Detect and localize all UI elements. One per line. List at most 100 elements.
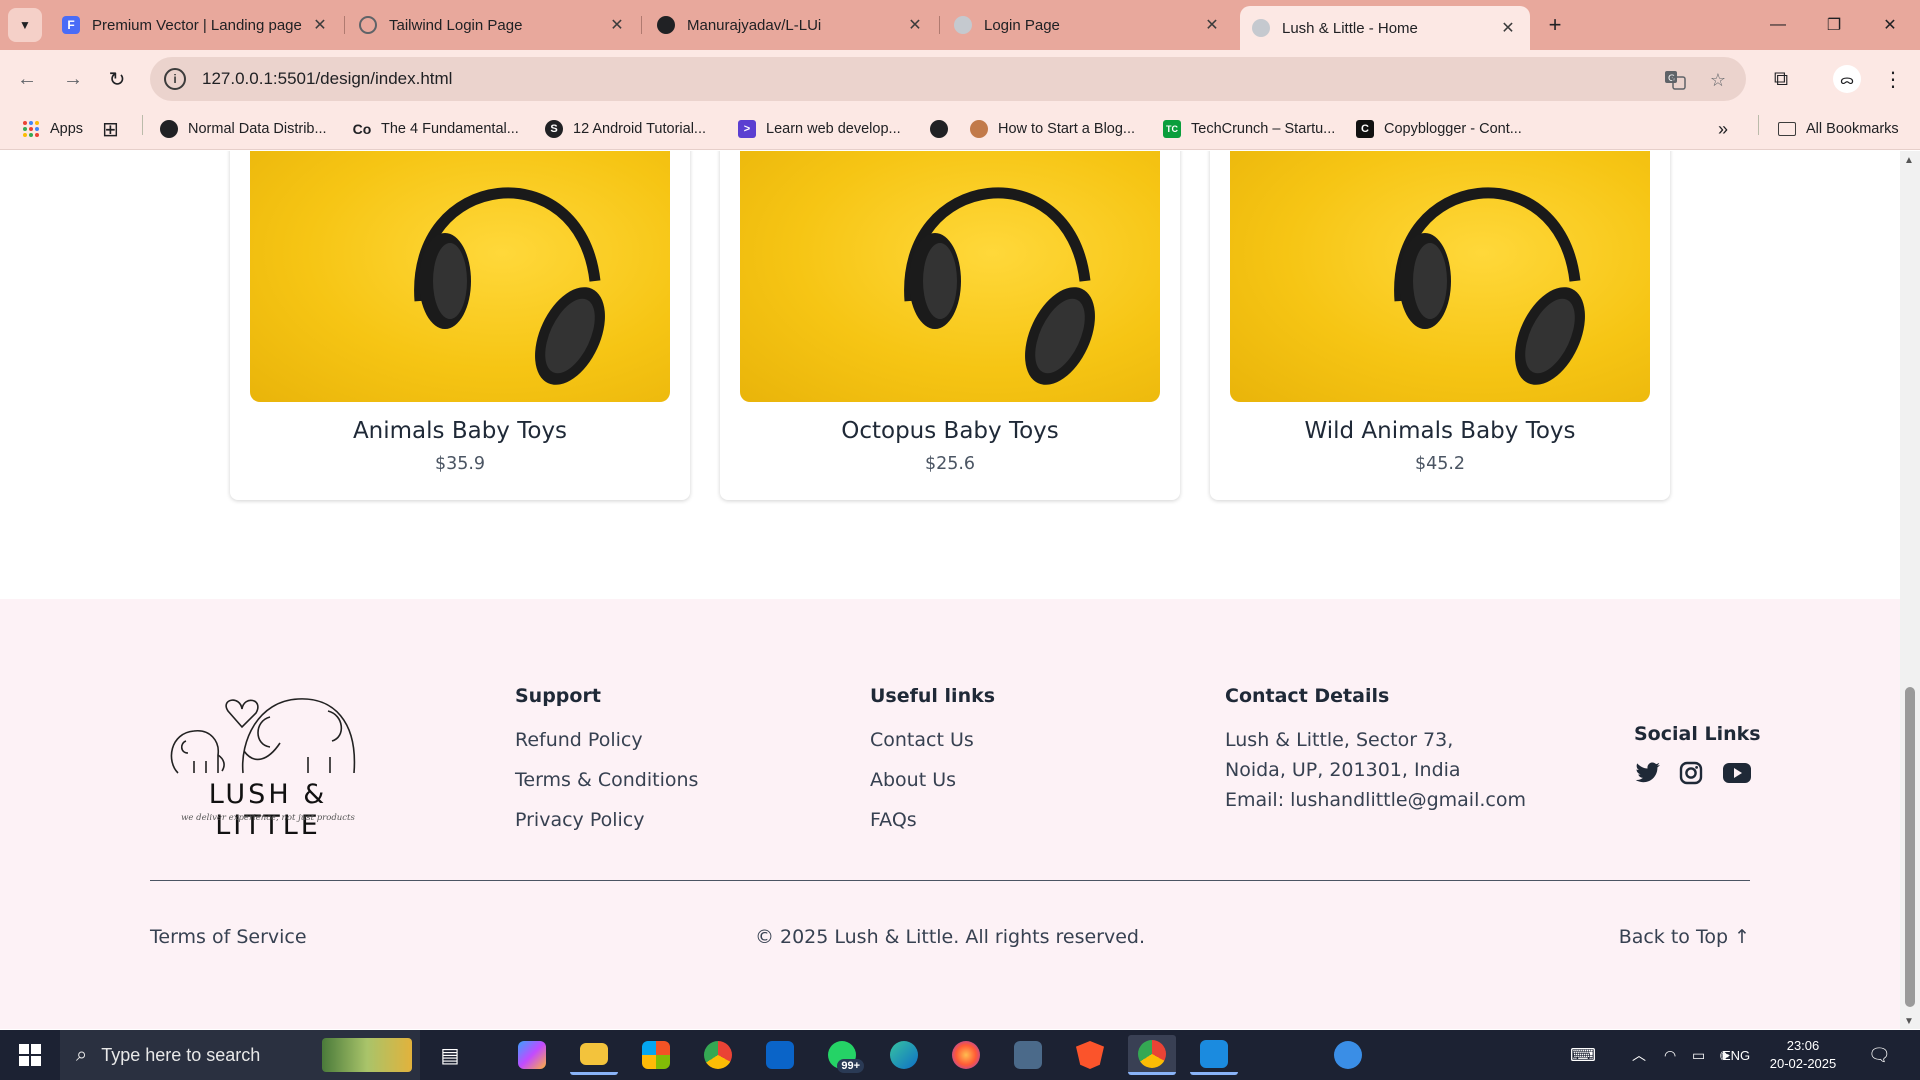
tab-title: Manurajyadav/L-LUi xyxy=(687,16,822,34)
vscode-app[interactable] xyxy=(1190,1035,1238,1075)
edge-app[interactable] xyxy=(880,1035,928,1075)
help-app[interactable] xyxy=(1324,1035,1372,1075)
close-tab-icon[interactable]: ✕ xyxy=(905,15,925,35)
start-button[interactable] xyxy=(0,1030,60,1080)
bookmark-item[interactable]: Normal Data Distrib... xyxy=(160,118,327,140)
scroll-up-arrow-icon[interactable]: ▲ xyxy=(1904,155,1914,166)
task-view-button[interactable]: ▤ xyxy=(426,1035,474,1075)
twitter-icon[interactable] xyxy=(1634,759,1662,787)
minimize-button[interactable]: — xyxy=(1750,0,1806,50)
product-name[interactable]: Wild Animals Baby Toys xyxy=(1210,418,1670,444)
url-text[interactable]: 127.0.0.1:5501/design/index.html xyxy=(202,69,452,89)
tab-lush-little-home[interactable]: Lush & Little - Home ✕ xyxy=(1240,6,1530,50)
whatsapp-app[interactable]: 99+ xyxy=(818,1035,866,1075)
tab-groups-button[interactable]: ⊞ xyxy=(102,118,119,141)
close-tab-icon[interactable]: ✕ xyxy=(1498,18,1518,38)
extensions-button[interactable]: ⧉ xyxy=(1764,62,1798,96)
clock[interactable]: 23:06 20-02-2025 xyxy=(1768,1030,1838,1080)
tab-premium-vector[interactable]: F Premium Vector | Landing page ✕ xyxy=(50,6,342,44)
about-us-link[interactable]: About Us xyxy=(870,769,956,791)
faqs-link[interactable]: FAQs xyxy=(870,809,917,831)
back-to-top-link[interactable]: Back to Top ↑ xyxy=(1619,926,1750,948)
notification-center-button[interactable]: 🗨 xyxy=(1868,1030,1891,1080)
bookmark-apps[interactable]: Apps xyxy=(22,118,83,140)
copilot-icon xyxy=(518,1041,546,1069)
outlook-icon xyxy=(766,1041,794,1069)
bookmark-item[interactable]: > Learn web develop... xyxy=(738,118,901,140)
instagram-icon[interactable] xyxy=(1677,759,1705,787)
reload-button[interactable]: ↻ xyxy=(100,62,134,96)
all-bookmarks-button[interactable]: All Bookmarks xyxy=(1778,118,1899,140)
bookmark-label: How to Start a Blog... xyxy=(998,121,1136,137)
firefox-icon xyxy=(952,1041,980,1069)
keyboard-icon[interactable]: ⌨ xyxy=(1570,1030,1596,1080)
bookmark-item[interactable]: TC TechCrunch – Startu... xyxy=(1163,118,1335,140)
scrollbar-thumb[interactable] xyxy=(1905,687,1915,1007)
close-tab-icon[interactable]: ✕ xyxy=(607,15,627,35)
outlook-app[interactable] xyxy=(756,1035,804,1075)
menu-button[interactable]: ⋮ xyxy=(1876,62,1910,96)
bookmark-separator xyxy=(142,115,143,135)
site-info-icon[interactable]: i xyxy=(164,68,186,90)
copilot-app[interactable] xyxy=(508,1035,556,1075)
bookmark-item[interactable]: How to Start a Blog... xyxy=(970,118,1135,140)
refund-policy-link[interactable]: Refund Policy xyxy=(515,729,643,751)
database-icon xyxy=(1014,1041,1042,1069)
close-tab-icon[interactable]: ✕ xyxy=(1202,15,1222,35)
contact-us-link[interactable]: Contact Us xyxy=(870,729,974,751)
chrome-active-app[interactable] xyxy=(1128,1035,1176,1075)
tab-title: Tailwind Login Page xyxy=(389,16,523,34)
back-button[interactable]: ← xyxy=(10,62,44,96)
bookmark-item[interactable]: Co The 4 Fundamental... xyxy=(353,118,519,140)
close-icon: ✕ xyxy=(1883,17,1897,34)
tab-search-button[interactable]: ▼ xyxy=(8,8,42,42)
bookmark-item[interactable]: C Copyblogger - Cont... xyxy=(1356,118,1522,140)
bookmark-label: TechCrunch – Startu... xyxy=(1191,121,1336,137)
youtube-icon[interactable] xyxy=(1720,759,1754,787)
chevron-up-icon[interactable]: ︿ xyxy=(1632,1030,1646,1080)
restore-button[interactable]: ❐ xyxy=(1806,0,1862,50)
star-icon[interactable]: ☆ xyxy=(1705,67,1731,93)
close-tab-icon[interactable]: ✕ xyxy=(310,15,330,35)
brave-icon xyxy=(1076,1041,1104,1069)
bookmark-item[interactable]: S 12 Android Tutorial... xyxy=(545,118,706,140)
product-card[interactable]: Animals Baby Toys $35.9 xyxy=(230,151,690,500)
terms-conditions-link[interactable]: Terms & Conditions xyxy=(515,769,698,791)
product-name[interactable]: Octopus Baby Toys xyxy=(720,418,1180,444)
arrow-right-icon: → xyxy=(63,67,83,90)
product-name[interactable]: Animals Baby Toys xyxy=(230,418,690,444)
language-indicator[interactable]: ENG xyxy=(1722,1030,1750,1080)
taskbar-search-box[interactable]: ⌕ Type here to search xyxy=(60,1030,420,1080)
tab-github[interactable]: Manurajyadav/L-LUi ✕ xyxy=(645,6,937,44)
plus-icon: + xyxy=(1548,12,1562,37)
tab-tailwind-login[interactable]: Tailwind Login Page ✕ xyxy=(347,6,639,44)
tab-favicon-icon: F xyxy=(62,16,80,34)
address-bar[interactable]: i 127.0.0.1:5501/design/index.html G ☆ xyxy=(150,57,1746,101)
bookmark-label: Apps xyxy=(50,121,84,137)
battery-icon[interactable]: ▭ xyxy=(1692,1030,1705,1080)
footer-divider xyxy=(150,880,1750,881)
bookmark-item-globe[interactable] xyxy=(930,118,958,140)
chrome-app[interactable] xyxy=(694,1035,742,1075)
brave-app[interactable] xyxy=(1066,1035,1114,1075)
brand-logo[interactable]: LUSH & LITTLE we deliver experience, not… xyxy=(158,681,378,841)
file-explorer-app[interactable] xyxy=(570,1035,618,1075)
close-window-button[interactable]: ✕ xyxy=(1862,0,1918,50)
scroll-down-arrow-icon[interactable]: ▼ xyxy=(1904,1016,1914,1027)
translate-icon[interactable]: G xyxy=(1662,67,1688,93)
contact-email[interactable]: Email: lushandlittle@gmail.com xyxy=(1225,789,1526,811)
ms-store-app[interactable] xyxy=(632,1035,680,1075)
privacy-policy-link[interactable]: Privacy Policy xyxy=(515,809,644,831)
product-card[interactable]: Wild Animals Baby Toys $45.2 xyxy=(1210,151,1670,500)
wifi-icon[interactable]: ◠ xyxy=(1664,1030,1676,1080)
more-bookmarks-button[interactable]: » xyxy=(1718,118,1728,140)
sql-app[interactable] xyxy=(1004,1035,1052,1075)
product-card[interactable]: Octopus Baby Toys $25.6 xyxy=(720,151,1180,500)
forward-button[interactable]: → xyxy=(56,62,90,96)
puzzle-icon: ⧉ xyxy=(1773,67,1789,90)
new-tab-button[interactable]: + xyxy=(1540,10,1570,40)
tab-login-page[interactable]: Login Page ✕ xyxy=(942,6,1234,44)
firefox-app[interactable] xyxy=(942,1035,990,1075)
page-scrollbar[interactable]: ▲ ▼ xyxy=(1900,151,1920,1029)
profile-button[interactable]: ᯅ xyxy=(1830,62,1864,96)
